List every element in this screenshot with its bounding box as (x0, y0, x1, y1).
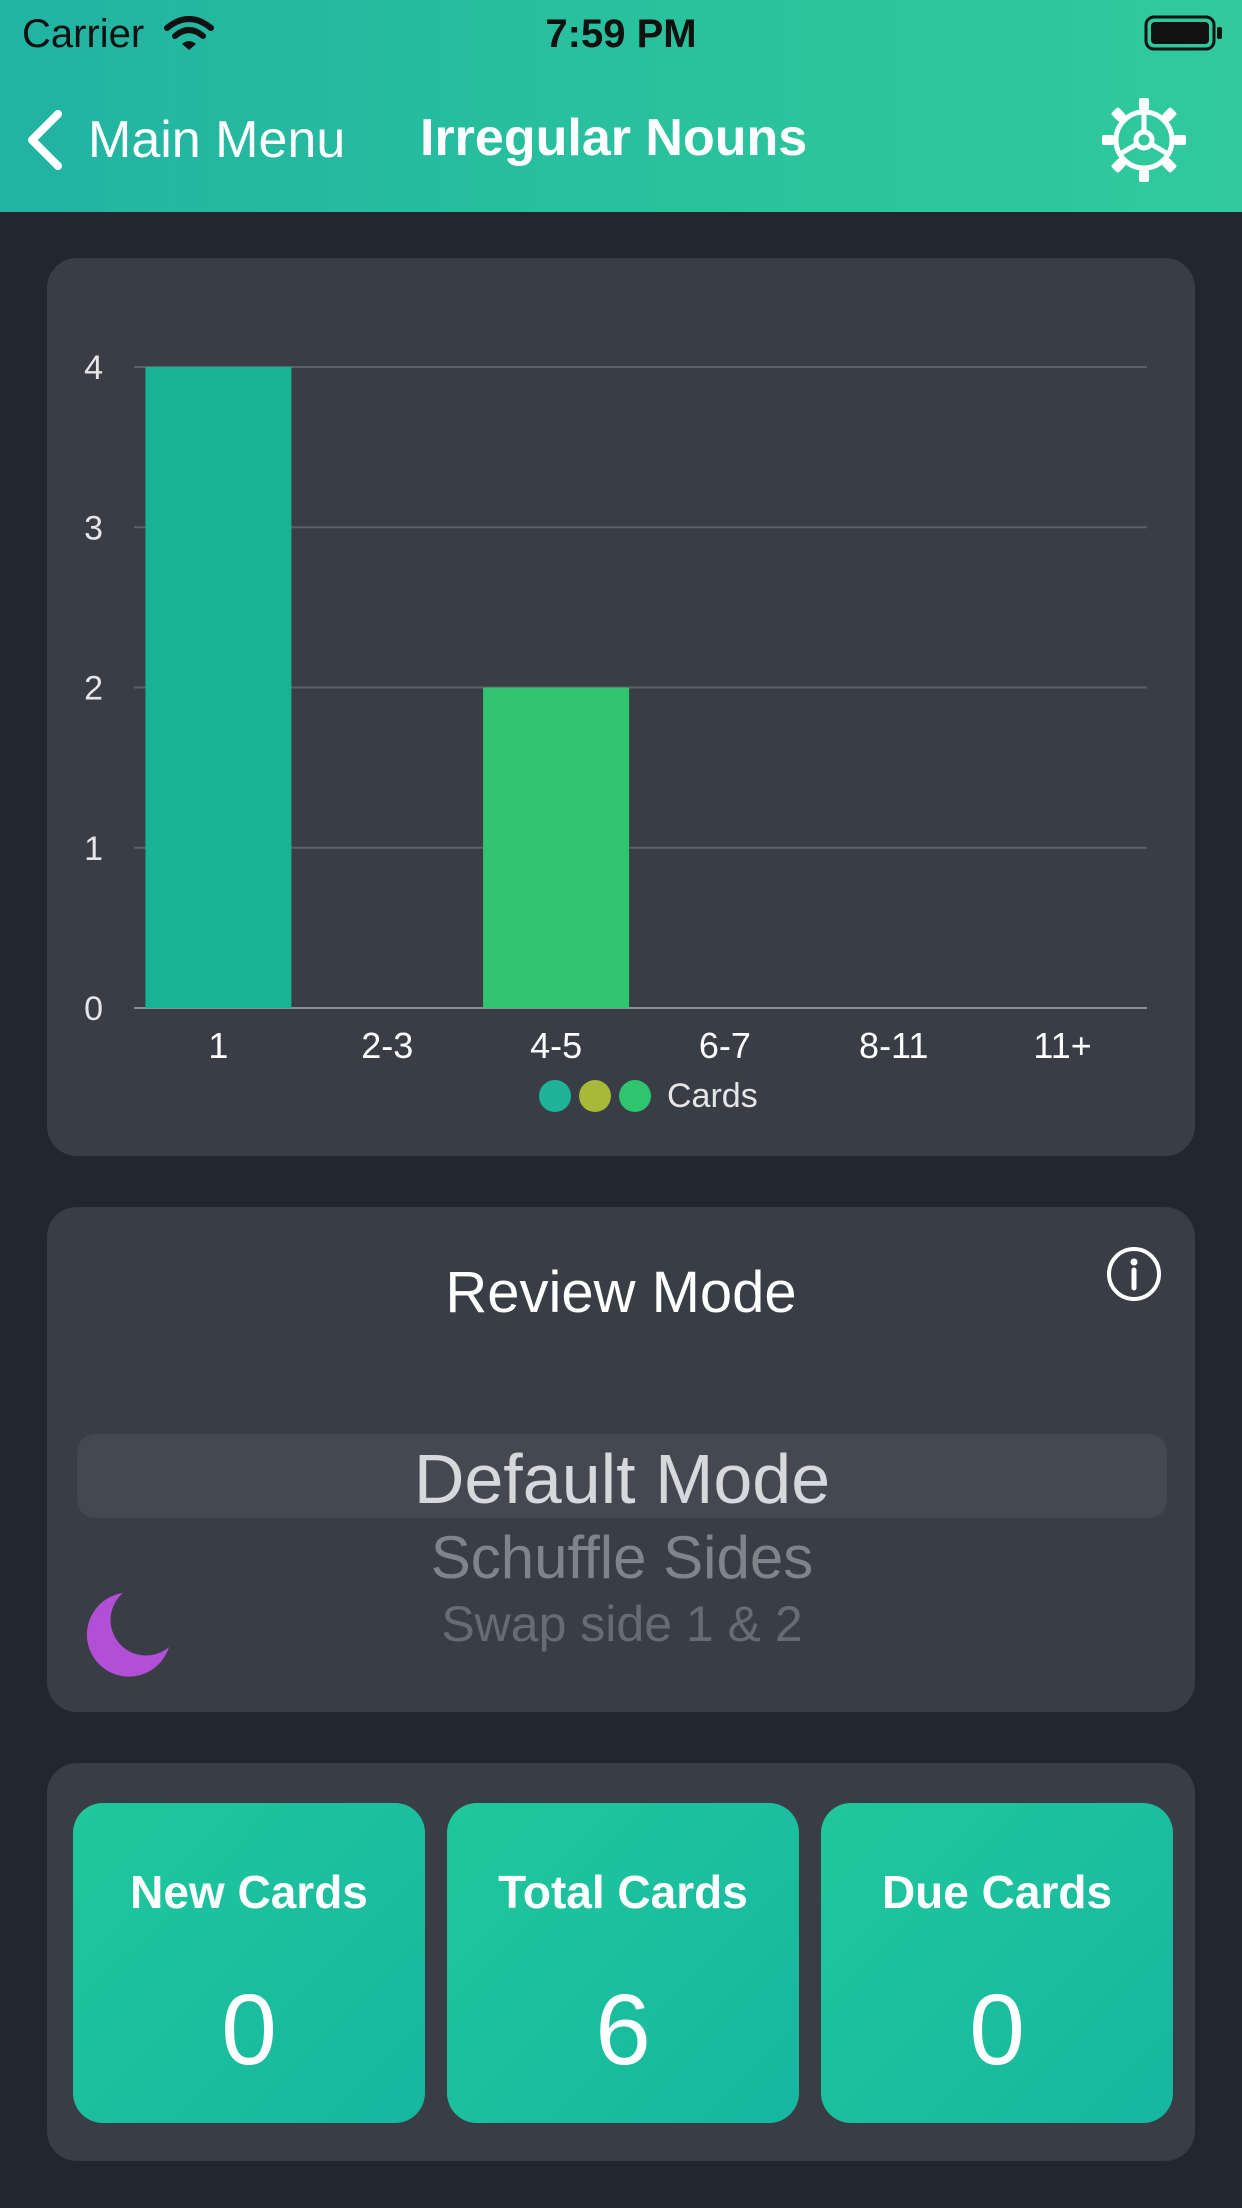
review-mode-title: Review Mode (445, 1260, 797, 1325)
y-tick-label: 0 (84, 990, 103, 1028)
picker-option-shuffle-sides[interactable]: Schuffle Sides (77, 1523, 1167, 1592)
gear-icon[interactable] (1100, 96, 1188, 184)
legend-label: Cards (667, 1076, 758, 1115)
total-cards-value: 6 (595, 1974, 651, 2086)
legend-dot (619, 1080, 651, 1112)
battery-icon (1144, 15, 1222, 51)
bar-chart: 0 1 2 3 4 1 2-3 4-5 6-7 8-11 11+ (84, 349, 1147, 1066)
due-cards-value: 0 (969, 1974, 1025, 2086)
x-tick-label: 8-11 (859, 1025, 928, 1066)
navigation-header: Carrier 7:59 PM Main Menu Irregular Noun… (0, 0, 1242, 212)
moon-icon[interactable] (79, 1587, 175, 1683)
x-tick-label: 11+ (1033, 1025, 1091, 1066)
legend-dot (539, 1080, 571, 1112)
new-cards-tile[interactable]: New Cards 0 (73, 1803, 425, 2123)
y-tick-label: 4 (84, 349, 103, 387)
back-button-label: Main Menu (88, 111, 346, 169)
due-cards-label: Due Cards (881, 1866, 1113, 1918)
picker-option-default-mode[interactable]: Default Mode (77, 1439, 1167, 1519)
x-tick-label: 1 (208, 1025, 228, 1066)
new-cards-value: 0 (221, 1974, 277, 2086)
x-tick-label: 2-3 (361, 1025, 413, 1066)
legend-dot (579, 1080, 611, 1112)
x-tick-label: 4-5 (530, 1025, 582, 1066)
total-cards-label: Total Cards (498, 1866, 748, 1918)
status-time: 7:59 PM (545, 12, 697, 56)
bar-1 (145, 367, 292, 1008)
picker-option-swap-sides[interactable]: Swap side 1 & 2 (77, 1595, 1167, 1653)
chevron-left-icon (28, 110, 62, 170)
new-cards-label: New Cards (130, 1866, 368, 1918)
page-title: Irregular Nouns (420, 109, 808, 167)
chart-card: 0 1 2 3 4 1 2-3 4-5 6-7 8-11 11+ Cards (47, 258, 1195, 1156)
chart-legend: Cards (539, 1076, 758, 1116)
info-icon[interactable] (1105, 1245, 1163, 1303)
total-cards-tile[interactable]: Total Cards 6 (447, 1803, 799, 2123)
stats-card: New Cards 0 Total Cards 6 Due Cards 0 (47, 1763, 1195, 2161)
bar-4-5 (483, 687, 630, 1008)
y-tick-label: 3 (84, 509, 103, 547)
y-tick-label: 2 (84, 670, 103, 708)
due-cards-tile[interactable]: Due Cards 0 (821, 1803, 1173, 2123)
y-tick-label: 1 (84, 830, 103, 868)
review-mode-card: Review Mode Default Mode Schuffle Sides … (47, 1207, 1195, 1712)
status-bar: Carrier 7:59 PM (0, 0, 1242, 66)
x-tick-label: 6-7 (699, 1025, 751, 1066)
back-button[interactable]: Main Menu (22, 104, 345, 176)
